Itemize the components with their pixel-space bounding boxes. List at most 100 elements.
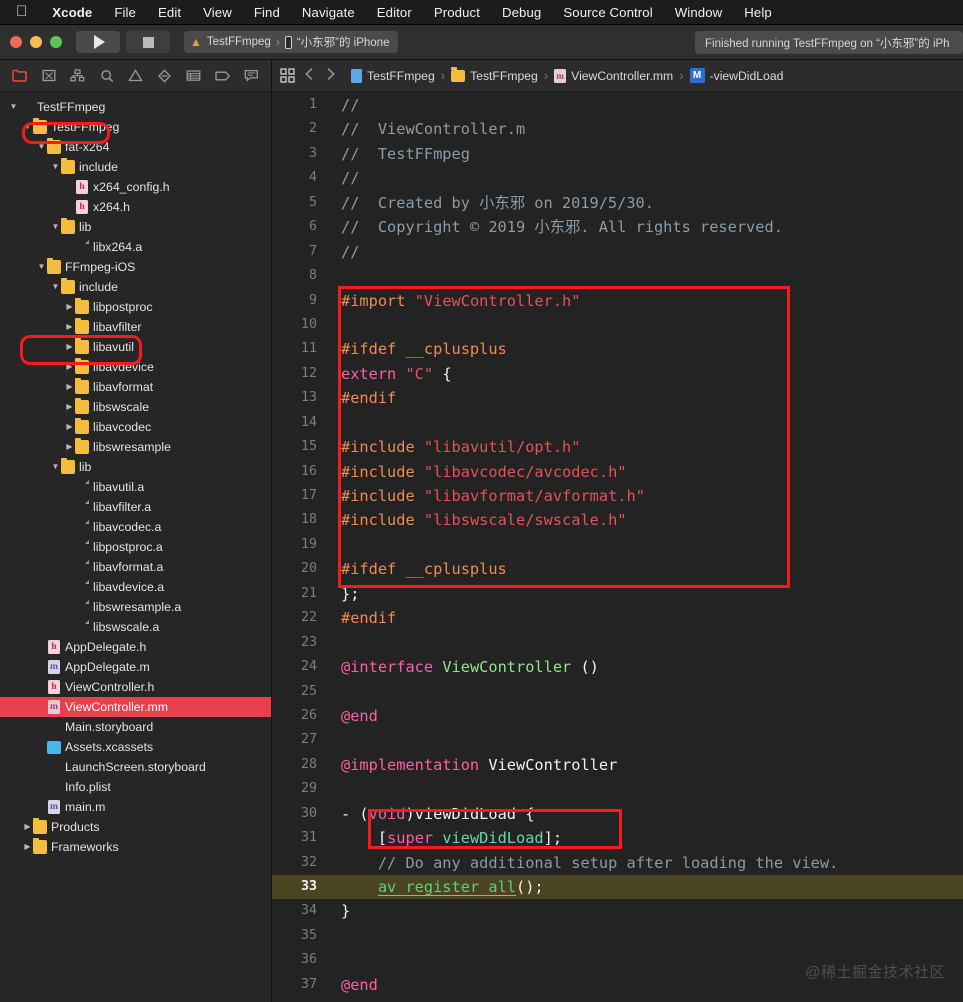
- code-line[interactable]: 28 @implementation ViewController: [272, 753, 963, 777]
- menu-edit[interactable]: Edit: [147, 5, 192, 20]
- run-button[interactable]: [76, 31, 120, 53]
- disclosure-triangle[interactable]: ▶: [22, 843, 33, 851]
- menu-product[interactable]: Product: [423, 5, 491, 20]
- code-text[interactable]: }: [328, 899, 350, 923]
- file-tree-row[interactable]: ▶ Frameworks: [0, 837, 271, 857]
- code-lines[interactable]: 1 // 2 // ViewController.m 3 // TestFFmpeg 4 //…: [272, 92, 963, 1002]
- menu-navigate[interactable]: Navigate: [291, 5, 366, 20]
- sidebar-tab-breakpoint-navigator[interactable]: [209, 63, 236, 89]
- disclosure-triangle[interactable]: ▶: [64, 383, 75, 391]
- menu-source-control[interactable]: Source Control: [552, 5, 663, 20]
- code-text[interactable]: // Created by 小东邪 on 2019/5/30.: [328, 191, 654, 215]
- file-tree-row[interactable]: ▶ libavformat: [0, 377, 271, 397]
- disclosure-triangle[interactable]: ▶: [64, 323, 75, 331]
- disclosure-triangle[interactable]: ▼: [50, 163, 61, 171]
- code-line[interactable]: 30 - (void)viewDidLoad {: [272, 802, 963, 826]
- code-line[interactable]: 19: [272, 533, 963, 557]
- file-tree-row[interactable]: h ViewController.h: [0, 677, 271, 697]
- code-text[interactable]: #endif: [328, 386, 396, 410]
- code-text[interactable]: #endif: [328, 606, 396, 630]
- menu-window[interactable]: Window: [664, 5, 734, 20]
- disclosure-triangle[interactable]: ▼: [22, 123, 33, 131]
- code-text[interactable]: #include "libavcodec/avcodec.h": [328, 460, 627, 484]
- file-tree-row[interactable]: Main.storyboard: [0, 717, 271, 737]
- code-text[interactable]: #ifdef __cplusplus: [328, 557, 507, 581]
- code-text[interactable]: #include "libavutil/opt.h": [328, 435, 580, 459]
- code-line[interactable]: 11 #ifdef __cplusplus: [272, 337, 963, 361]
- code-line[interactable]: 27: [272, 728, 963, 752]
- code-text[interactable]: //: [328, 93, 359, 117]
- code-text[interactable]: #import "ViewController.h": [328, 289, 580, 313]
- disclosure-triangle[interactable]: ▼: [8, 103, 19, 111]
- file-tree-row[interactable]: ▶ libswresample: [0, 437, 271, 457]
- file-tree-row[interactable]: h x264.h: [0, 197, 271, 217]
- code-text[interactable]: // Copyright © 2019 小东邪. All rights rese…: [328, 215, 783, 239]
- breadcrumb-item-group[interactable]: TestFFmpeg: [451, 67, 538, 83]
- disclosure-triangle[interactable]: ▶: [22, 823, 33, 831]
- code-line[interactable]: 4 //: [272, 166, 963, 190]
- code-text[interactable]: #include "libswscale/swscale.h": [328, 508, 627, 532]
- code-line[interactable]: 14: [272, 411, 963, 435]
- code-text[interactable]: av_register_all();: [328, 875, 544, 899]
- file-tree-row[interactable]: libavformat.a: [0, 557, 271, 577]
- file-tree-row[interactable]: libavfilter.a: [0, 497, 271, 517]
- code-line[interactable]: 13 #endif: [272, 386, 963, 410]
- file-tree-row[interactable]: libavcodec.a: [0, 517, 271, 537]
- sidebar-tab-debug-navigator[interactable]: [180, 63, 207, 89]
- code-line[interactable]: 15 #include "libavutil/opt.h": [272, 435, 963, 459]
- related-items-button[interactable]: [280, 68, 295, 83]
- code-line[interactable]: 10: [272, 313, 963, 337]
- code-text[interactable]: // TestFFmpeg: [328, 142, 470, 166]
- code-line[interactable]: 16 #include "libavcodec/avcodec.h": [272, 460, 963, 484]
- file-tree-row[interactable]: ▶ libavdevice: [0, 357, 271, 377]
- file-tree-row-selected[interactable]: m ViewController.mm: [0, 697, 271, 717]
- navigate-back-button[interactable]: [301, 67, 317, 85]
- file-tree-row[interactable]: Assets.xcassets: [0, 737, 271, 757]
- file-tree-row[interactable]: LaunchScreen.storyboard: [0, 757, 271, 777]
- disclosure-triangle[interactable]: ▶: [64, 403, 75, 411]
- close-window-button[interactable]: [10, 36, 22, 48]
- code-line[interactable]: 32 // Do any additional setup after load…: [272, 851, 963, 875]
- file-tree-row[interactable]: m main.m: [0, 797, 271, 817]
- file-tree-row[interactable]: h x264_config.h: [0, 177, 271, 197]
- file-tree-row[interactable]: ▼ TestFFmpeg: [0, 97, 271, 117]
- file-tree-row[interactable]: libavdevice.a: [0, 577, 271, 597]
- code-text[interactable]: // ViewController.m: [328, 117, 525, 141]
- code-line[interactable]: 29: [272, 777, 963, 801]
- code-line[interactable]: 35: [272, 924, 963, 948]
- file-tree-row[interactable]: ▼ FFmpeg-iOS: [0, 257, 271, 277]
- file-tree-row[interactable]: ▶ libavutil: [0, 337, 271, 357]
- file-tree-row[interactable]: libpostproc.a: [0, 537, 271, 557]
- code-text[interactable]: extern "C" {: [328, 362, 452, 386]
- code-line[interactable]: 31 [super viewDidLoad];: [272, 826, 963, 850]
- scheme-destination-selector[interactable]: ▲ TestFFmpeg › “小东邪”的 iPhone: [184, 31, 399, 53]
- code-line[interactable]: 25: [272, 680, 963, 704]
- code-line[interactable]: 9 #import "ViewController.h": [272, 289, 963, 313]
- code-text[interactable]: @interface ViewController (): [328, 655, 599, 679]
- code-line[interactable]: 12 extern "C" {: [272, 362, 963, 386]
- code-line[interactable]: 3 // TestFFmpeg: [272, 142, 963, 166]
- code-line[interactable]: 2 // ViewController.m: [272, 117, 963, 141]
- disclosure-triangle[interactable]: ▼: [50, 463, 61, 471]
- code-line[interactable]: 34}: [272, 899, 963, 923]
- code-line[interactable]: 21};: [272, 582, 963, 606]
- zoom-window-button[interactable]: [50, 36, 62, 48]
- sidebar-tab-source-control[interactable]: [35, 63, 62, 89]
- code-text[interactable]: @end: [328, 704, 378, 728]
- file-tree-row[interactable]: ▼ TestFFmpeg: [0, 117, 271, 137]
- file-tree-row[interactable]: ▼ lib: [0, 457, 271, 477]
- code-line[interactable]: 18 #include "libswscale/swscale.h": [272, 508, 963, 532]
- file-tree-row[interactable]: ▼ include: [0, 277, 271, 297]
- disclosure-triangle[interactable]: ▼: [50, 223, 61, 231]
- menu-help[interactable]: Help: [733, 5, 783, 20]
- menu-xcode[interactable]: Xcode: [41, 5, 103, 20]
- disclosure-triangle[interactable]: ▼: [36, 263, 47, 271]
- stop-button[interactable]: [126, 31, 170, 53]
- code-text[interactable]: //: [328, 240, 359, 264]
- code-line[interactable]: 20 #ifdef __cplusplus: [272, 557, 963, 581]
- code-line[interactable]: 5 // Created by 小东邪 on 2019/5/30.: [272, 191, 963, 215]
- sidebar-tab-project-navigator[interactable]: [6, 63, 33, 89]
- sidebar-tab-find-navigator[interactable]: [93, 63, 120, 89]
- breadcrumb-item-project[interactable]: TestFFmpeg: [351, 68, 435, 83]
- code-text[interactable]: @end: [328, 973, 378, 997]
